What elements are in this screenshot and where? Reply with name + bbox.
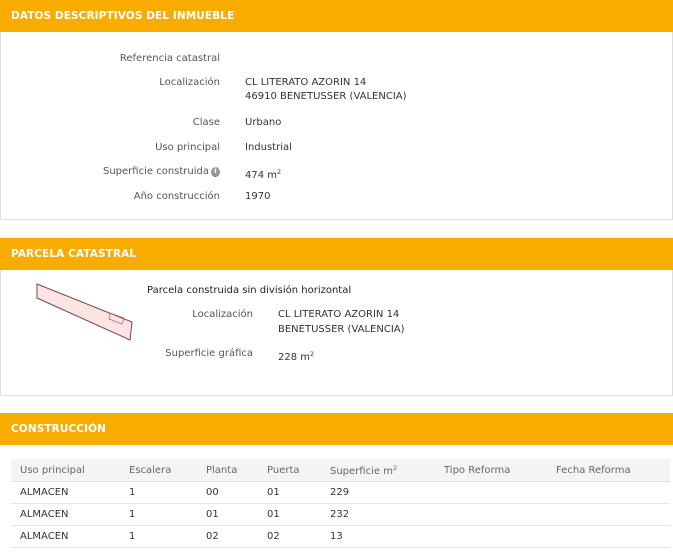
parcela-section: PARCELA CATASTRAL Parcela construida sin…	[0, 238, 673, 396]
parcela-superficie-unit: m	[300, 352, 311, 363]
parcela-subtitle: Parcela construida sin división horizont…	[147, 285, 352, 296]
superficie-unit: m	[267, 170, 278, 181]
cell-tipo-reforma	[435, 481, 547, 504]
localizacion-label: Localización	[159, 77, 220, 88]
parcela-localizacion-line2: BENETUSSER (VALENCIA)	[278, 324, 405, 335]
cell-escalera: 1	[120, 481, 197, 504]
cell-tipo-reforma	[435, 525, 547, 548]
table-row: ALMACEN 1 00 01 229	[11, 481, 670, 504]
table-row: ALMACEN 1 02 02 13	[11, 525, 670, 548]
cell-planta: 02	[197, 525, 258, 548]
cell-superficie: 232	[321, 503, 435, 526]
parcela-superficie-unit-exp: 2	[310, 350, 315, 358]
col-escalera: Escalera	[120, 459, 197, 482]
parcela-superficie-value: 228	[278, 352, 298, 363]
cell-escalera: 1	[120, 525, 197, 548]
referencia-label: Referencia catastral	[119, 53, 220, 64]
cell-puerta: 01	[258, 503, 321, 526]
cell-uso: ALMACEN	[11, 481, 120, 504]
localizacion-line1: CL LITERATO AZORIN 14	[245, 77, 367, 88]
cell-tipo-reforma	[435, 503, 547, 526]
col-uso-principal: Uso principal	[11, 459, 120, 482]
cell-puerta: 01	[258, 481, 321, 504]
superficie-label-wrap: Superficie construida i	[1, 166, 220, 177]
col-tipo-reforma: Tipo Reforma	[435, 459, 547, 482]
uso-label: Uso principal	[155, 142, 220, 153]
clase-value: Urbano	[245, 117, 282, 128]
inmueble-section: DATOS DESCRIPTIVOS DEL INMUEBLE Referenc…	[0, 0, 673, 220]
cell-uso: ALMACEN	[11, 503, 120, 526]
inmueble-header: DATOS DESCRIPTIVOS DEL INMUEBLE	[0, 0, 673, 32]
anio-value: 1970	[245, 191, 271, 202]
localizacion-line2: 46910 BENETUSSER (VALENCIA)	[245, 91, 407, 102]
cell-puerta: 02	[258, 525, 321, 548]
parcela-localizacion-label: Localización	[192, 309, 253, 320]
parcela-superficie-label: Superficie gráfica	[165, 348, 253, 359]
col-superficie-label: Superficie m	[330, 465, 393, 477]
superficie-unit-exp: 2	[277, 168, 282, 176]
col-puerta: Puerta	[258, 459, 321, 482]
cell-fecha-reforma	[547, 503, 670, 526]
clase-label: Clase	[192, 117, 220, 128]
construccion-table: Uso principal Escalera Planta Puerta Sup…	[11, 459, 670, 548]
superficie-value-wrap: 474 m2	[245, 165, 281, 183]
table-header-row: Uso principal Escalera Planta Puerta Sup…	[11, 459, 670, 482]
col-superficie-exp: 2	[392, 463, 398, 472]
col-fecha-reforma: Fecha Reforma	[547, 459, 670, 482]
parcela-panel: Parcela construida sin división horizont…	[0, 270, 673, 396]
cell-superficie: 13	[321, 525, 435, 548]
cell-planta: 00	[197, 481, 258, 504]
construccion-section: CONSTRUCCIÓN Uso principal Escalera Plan…	[0, 413, 673, 558]
cell-fecha-reforma	[547, 481, 670, 504]
construccion-header: CONSTRUCCIÓN	[0, 413, 673, 445]
parcela-superficie-wrap: 228 m2	[278, 347, 314, 365]
uso-value: Industrial	[245, 142, 292, 153]
cell-escalera: 1	[120, 503, 197, 526]
inmueble-panel: Referencia catastral Localización CL LIT…	[0, 32, 673, 220]
superficie-label: Superficie construida	[103, 166, 209, 177]
cell-planta: 01	[197, 503, 258, 526]
parcela-header: PARCELA CATASTRAL	[0, 238, 673, 270]
parcela-localizacion-line1: CL LITERATO AZORIN 14	[278, 309, 400, 320]
cell-fecha-reforma	[547, 525, 670, 548]
anio-label: Año construcción	[133, 191, 220, 202]
cell-uso: ALMACEN	[11, 525, 120, 548]
col-superficie: Superficie m2	[321, 459, 435, 482]
col-planta: Planta	[197, 459, 258, 482]
superficie-value: 474	[245, 170, 265, 181]
info-icon[interactable]: i	[211, 167, 220, 177]
cell-superficie: 229	[321, 481, 435, 504]
construccion-panel: Uso principal Escalera Planta Puerta Sup…	[0, 445, 673, 558]
table-row: ALMACEN 1 01 01 232	[11, 503, 670, 526]
